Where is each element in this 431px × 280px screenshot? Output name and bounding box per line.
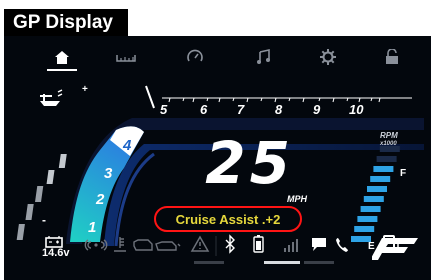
fuel-gauge-segment [357,216,378,222]
rpm-unit-text: RPM [380,131,398,140]
phone-battery-icon [253,235,264,253]
signal-wave-icon [84,239,108,251]
bluetooth-icon [225,234,235,254]
fuel-gauge [351,146,400,242]
lock-icon[interactable] [381,46,403,68]
page-indicator [194,261,334,264]
rpm-tick-5: 5 [160,102,168,117]
rpm-tick-7: 7 [237,102,245,117]
battery-icon [45,236,63,248]
phone-icon [336,238,348,252]
rpm-scale: 5 6 7 8 9 10 [145,85,412,117]
display-screen: 1 2 3 4 + - 5 6 7 8 9 10 RPM x1000 25 MP… [4,36,431,280]
fuel-gauge-segment [373,166,394,172]
oil-can-icon [133,239,153,251]
fuel-full-label: F [400,168,407,179]
gear-label-4: 4 [122,137,132,154]
speed-unit: MPH [287,194,307,204]
page-title: GP Display [4,9,128,36]
rpm-tick-10: 10 [349,102,364,117]
speed-readout: 25 [205,129,294,197]
gear-label-2: 2 [95,191,105,208]
rpm-tick-9: 9 [313,102,321,117]
trim-up-label: + [82,84,88,95]
fuel-gauge-segment [376,156,397,162]
music-icon[interactable] [252,46,274,68]
gear-label-3: 3 [104,165,113,182]
trim-down-label: - [42,213,46,227]
settings-icon[interactable] [317,46,339,68]
fuel-gauge-segment [360,206,381,212]
message-icon [312,238,326,251]
rpm-unit-label: RPM x1000 [380,132,398,148]
rpm-tick-6: 6 [200,102,208,117]
brand-logo [372,238,418,260]
engine-temp-icon [114,237,126,252]
oil-pressure-icon [155,241,181,251]
cruise-assist-badge[interactable]: Cruise Assist .+2 [154,206,302,232]
ruler-icon[interactable] [115,46,137,68]
fuel-gauge-segment [363,196,384,202]
active-tab-indicator [47,69,77,71]
fuel-gauge-segment [354,226,375,232]
rpm-multiplier-text: x1000 [380,141,397,147]
fuel-gauge-segment [370,176,391,182]
boat-trim-icon [40,89,63,106]
warning-triangle-icon [190,235,210,252]
home-icon[interactable] [51,46,73,68]
voltage-readout: 14.6v [42,247,70,259]
fuel-gauge-segment [367,186,387,192]
gauge-icon[interactable] [184,46,206,68]
cell-signal-icon [284,239,298,252]
trim-bar [16,154,67,240]
rpm-tick-8: 8 [275,102,283,117]
